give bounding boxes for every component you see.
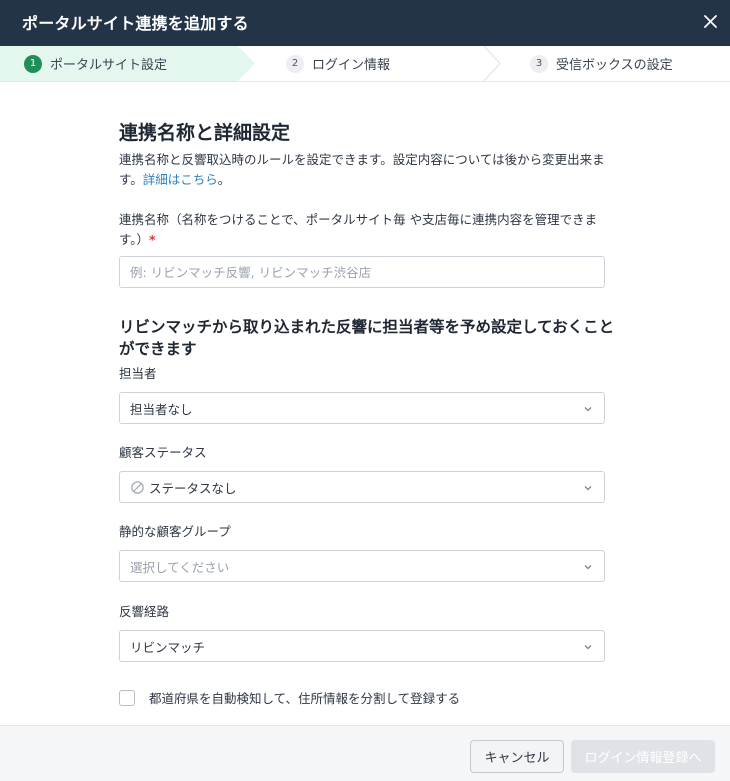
section-description: 連携名称と反響取込時のルールを設定できます。設定内容については後から変更出来ます… [119, 152, 605, 187]
dialog-header: ポータルサイト連携を追加する [0, 0, 730, 46]
required-mark: * [149, 232, 156, 247]
step-login-info[interactable]: 2 ログイン情報 [286, 46, 390, 81]
close-button[interactable] [700, 11, 720, 31]
customer-status-select[interactable]: ステータスなし [119, 471, 605, 503]
step-separator-icon [483, 46, 501, 81]
assignee-value: 担当者なし [130, 401, 193, 417]
stepper: 1 ポータルサイト設定 2 ログイン情報 3 受信ボックスの設定 [0, 46, 730, 82]
chevron-down-icon [584, 645, 592, 650]
step-portal-settings[interactable]: 1 ポータルサイト設定 [24, 46, 167, 81]
customer-status-value: ステータスなし [149, 480, 237, 496]
cancel-button[interactable]: キャンセル [470, 740, 564, 773]
step-label: ログイン情報 [312, 58, 391, 73]
chevron-down-icon [584, 565, 592, 570]
close-icon [703, 14, 717, 28]
assignment-heading: リビンマッチから取り込まれた反響に担当者等を予め設定しておくことができます [119, 318, 615, 358]
dialog-content: 連携名称と詳細設定 連携名称と反響取込時のルールを設定できます。設定内容について… [0, 82, 730, 725]
channel-select[interactable]: リビンマッチ [119, 630, 605, 662]
step-number: 2 [286, 54, 304, 73]
section-heading: 連携名称と詳細設定 [119, 122, 291, 144]
chevron-down-icon [584, 486, 592, 491]
details-link[interactable]: 詳細はこちら [143, 172, 218, 187]
connection-name-input[interactable] [119, 256, 605, 288]
auto-detect-prefecture-label: 都道府県を自動検知して、住所情報を分割して登録する [149, 691, 461, 706]
auto-detect-prefecture-row: 都道府県を自動検知して、住所情報を分割して登録する [119, 688, 460, 707]
static-group-placeholder: 選択してください [130, 559, 230, 575]
customer-status-label: 顧客ステータス [119, 445, 207, 460]
name-field-label: 連携名称（名称をつけることで、ポータルサイト毎 や支店毎に連携内容を管理できます… [119, 212, 598, 247]
channel-label: 反響経路 [119, 604, 170, 619]
static-group-label: 静的な顧客グループ [119, 524, 231, 539]
auto-detect-prefecture-checkbox[interactable] [119, 689, 135, 706]
static-group-select[interactable]: 選択してください [119, 550, 605, 582]
channel-value: リビンマッチ [130, 639, 206, 655]
next-login-info-button[interactable]: ログイン情報登録へ [571, 740, 715, 773]
step-label: 受信ボックスの設定 [556, 58, 673, 73]
step-label: ポータルサイト設定 [50, 58, 168, 73]
step-inbox-settings[interactable]: 3 受信ボックスの設定 [530, 46, 673, 81]
step-number: 1 [24, 54, 42, 73]
no-status-icon [131, 480, 144, 494]
dialog-footer: キャンセル ログイン情報登録へ [0, 725, 730, 781]
chevron-down-icon [584, 407, 592, 412]
step-number: 3 [530, 54, 548, 73]
dialog-title: ポータルサイト連携を追加する [22, 14, 249, 33]
assignee-select[interactable]: 担当者なし [119, 392, 605, 424]
assignee-label: 担当者 [119, 366, 157, 381]
